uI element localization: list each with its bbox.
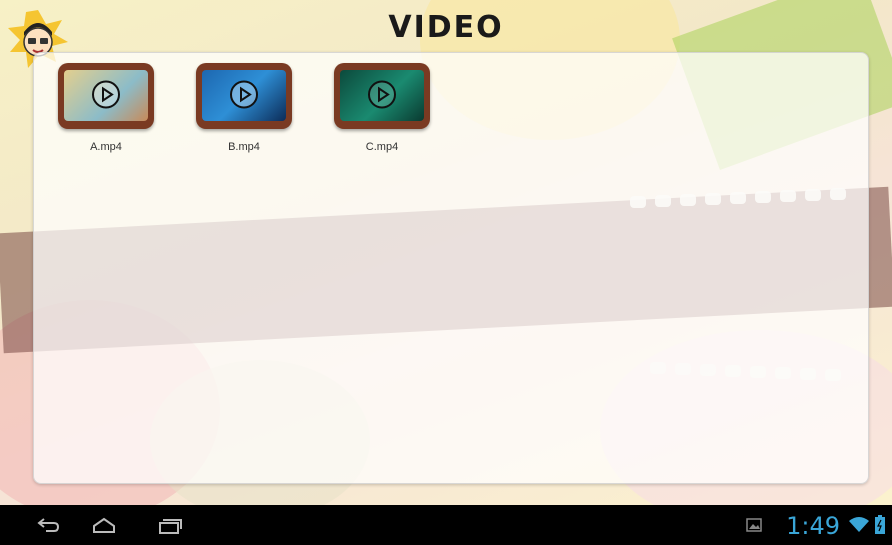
clock-time: 1:49 <box>786 512 840 540</box>
file-name: B.mp4 <box>228 141 260 153</box>
play-icon <box>92 80 120 109</box>
play-icon <box>368 80 396 109</box>
gallery-icon <box>746 518 762 532</box>
video-thumbnail[interactable] <box>334 63 430 129</box>
video-file-item[interactable]: A.mp4 <box>56 63 156 153</box>
wifi-icon <box>849 517 869 532</box>
file-grid-panel: A.mp4 B.mp4 C.mp4 <box>33 52 869 484</box>
page-title: VIDEO <box>388 10 504 45</box>
system-nav-bar: 1:49 <box>0 505 892 545</box>
video-file-item[interactable]: B.mp4 <box>194 63 294 153</box>
recent-apps-icon[interactable] <box>157 515 183 535</box>
file-name: A.mp4 <box>90 141 122 153</box>
battery-icon <box>875 515 885 534</box>
video-thumbnail[interactable] <box>196 63 292 129</box>
back-icon[interactable] <box>36 515 62 535</box>
home-icon[interactable] <box>91 515 117 535</box>
video-thumbnail[interactable] <box>58 63 154 129</box>
play-icon <box>230 80 258 109</box>
video-file-item[interactable]: C.mp4 <box>332 63 432 153</box>
file-name: C.mp4 <box>365 141 399 153</box>
